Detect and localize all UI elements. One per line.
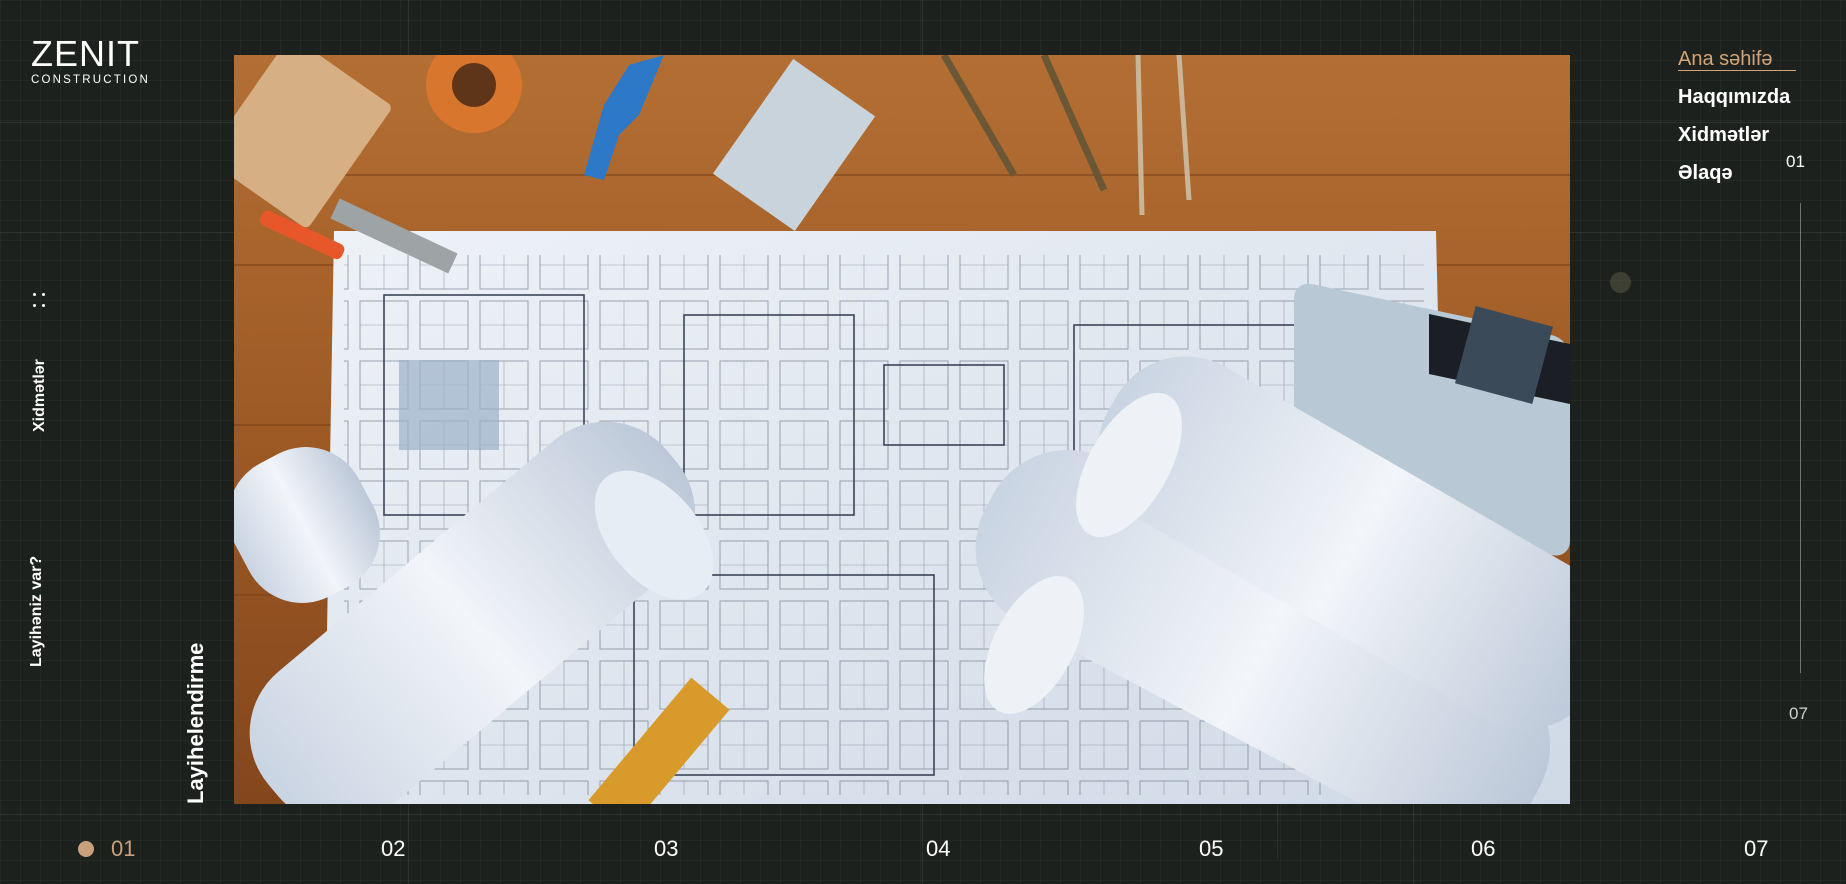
menu-dots-icon[interactable] <box>31 292 47 312</box>
brand-subtitle: CONSTRUCTION <box>31 74 151 86</box>
hero-heading: Layihelendirme <box>183 642 208 804</box>
slide-counter-total: 07 <box>1789 704 1808 723</box>
pager-item-3[interactable]: 03 <box>654 836 678 862</box>
pager-item-7[interactable]: 07 <box>1744 836 1768 862</box>
grid-divider <box>1277 805 1278 859</box>
nav-item-contact[interactable]: Əlaqə <box>1678 154 1790 192</box>
pager-item-6[interactable]: 06 <box>1471 836 1495 862</box>
pager-item-4[interactable]: 04 <box>926 836 950 862</box>
nav-item-home[interactable]: Ana səhifə <box>1678 40 1790 78</box>
hero-image <box>234 55 1570 804</box>
slide-counter-current: 01 <box>1786 152 1805 171</box>
pager-item-1[interactable]: 01 <box>111 836 135 862</box>
nav-item-about[interactable]: Haqqımızda <box>1678 78 1790 116</box>
pager-item-5[interactable]: 05 <box>1199 836 1223 862</box>
pager-item-2[interactable]: 02 <box>381 836 405 862</box>
logo[interactable]: ZENIT CONSTRUCTION <box>31 33 151 87</box>
main-nav: Ana səhifə Haqqımızda Xidmətlər Əlaqə <box>1678 40 1796 192</box>
grid-divider <box>0 814 1846 815</box>
active-page-dot-icon <box>78 841 94 857</box>
side-project-link[interactable]: Layihəniz var? <box>28 556 46 667</box>
brand-name: ZENIT <box>31 33 140 74</box>
slide-progress-track <box>1800 203 1801 673</box>
side-services-link[interactable]: Xidmətlər <box>31 359 49 432</box>
decorative-dot <box>1610 272 1631 293</box>
active-underline <box>1678 70 1796 71</box>
nav-item-services[interactable]: Xidmətlər <box>1678 116 1790 154</box>
